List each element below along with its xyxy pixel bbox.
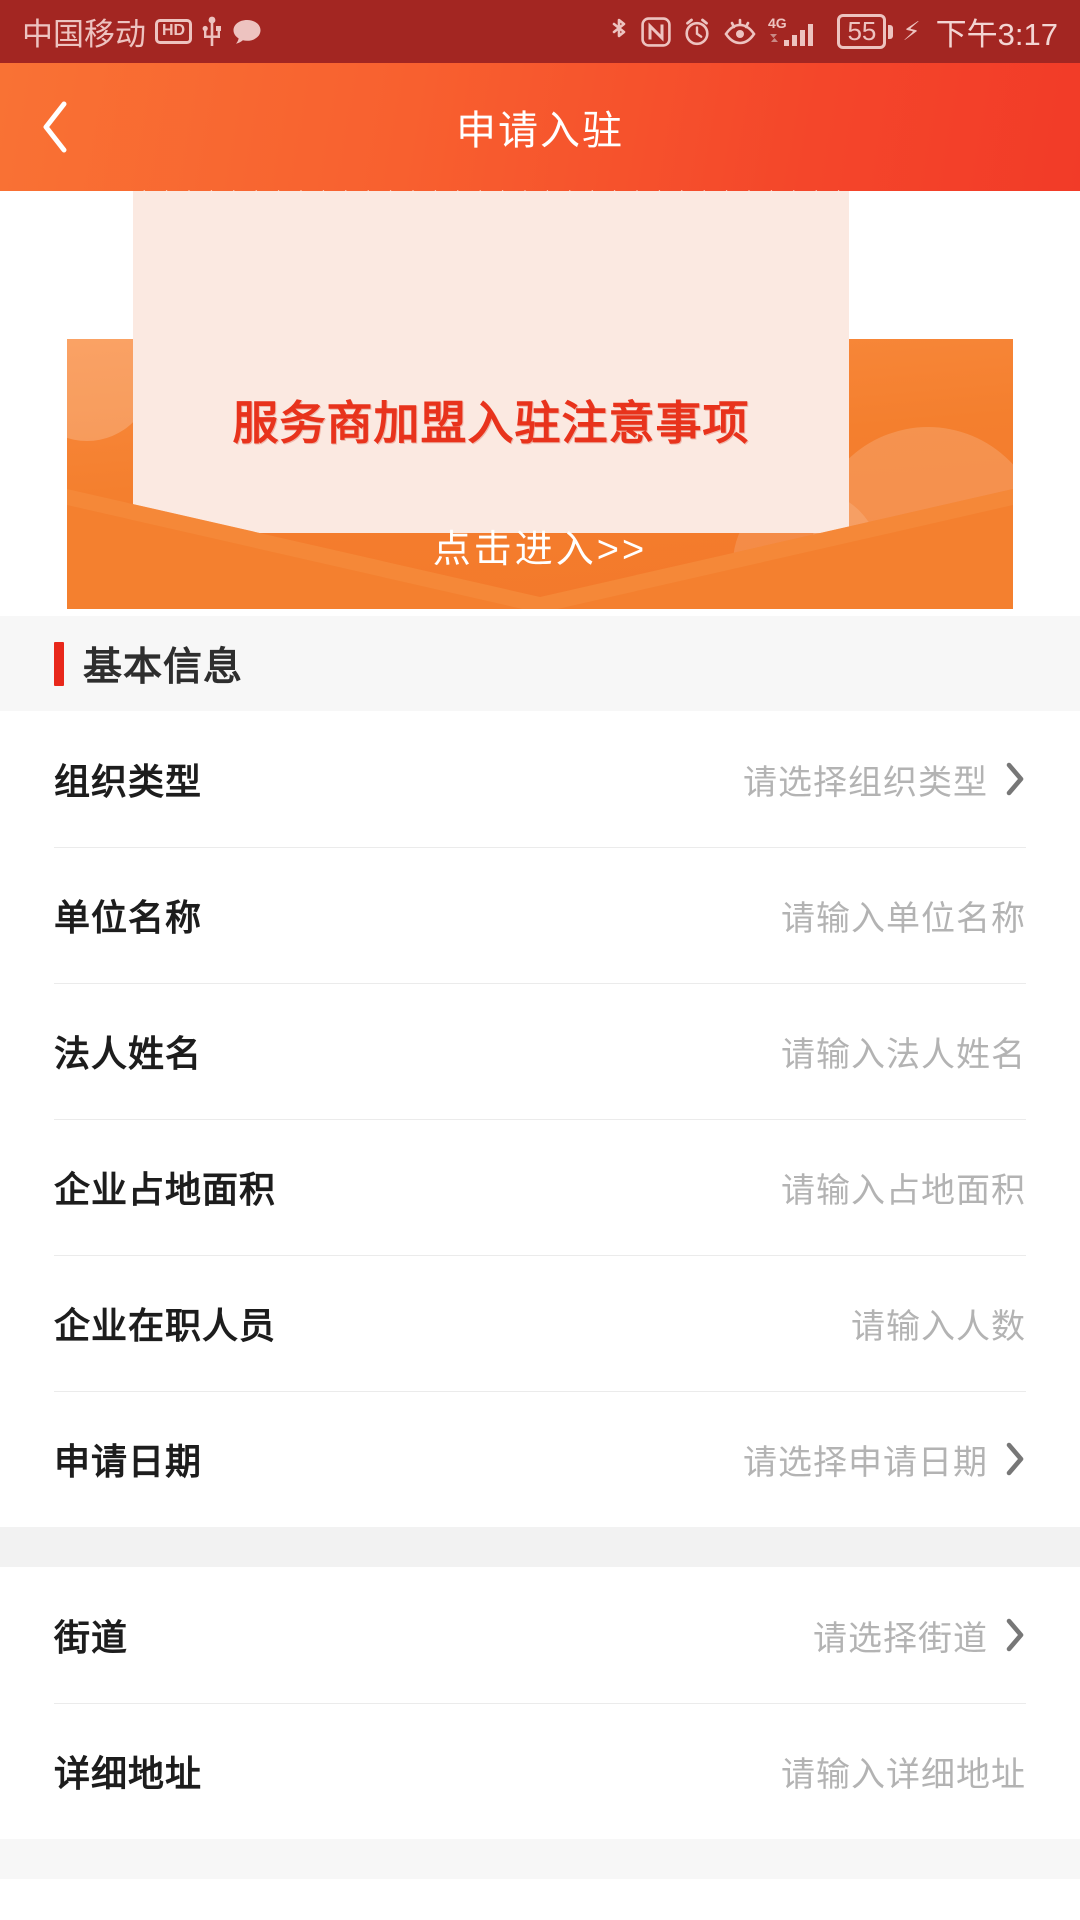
message-bubble-icon <box>232 18 262 46</box>
legal-person-name-input[interactable]: 请输入法人姓名 <box>781 1027 1026 1076</box>
paper-zigzag-edge <box>133 190 849 210</box>
row-right[interactable]: 请输入人数 <box>851 1299 1026 1348</box>
bluetooth-icon <box>608 16 630 48</box>
street-select[interactable]: 请选择街道 <box>813 1611 988 1660</box>
group-separator <box>0 1527 1080 1567</box>
chevron-left-icon <box>38 99 72 155</box>
row-label: 组织类型 <box>54 761 203 802</box>
form-group-address: 街道 请选择街道 详细地址 请输入详细地址 <box>0 1567 1080 1839</box>
company-name-input[interactable]: 请输入单位名称 <box>781 891 1026 940</box>
app-header: 申请入驻 <box>0 63 1080 191</box>
company-area-input[interactable]: 请输入占地面积 <box>781 1163 1026 1212</box>
status-bar: 中国移动 HD 4G 55 ⚡ 下午3:17 <box>0 0 1080 63</box>
battery-icon: 55 <box>837 14 894 49</box>
form-row-employee-count[interactable]: 企业在职人员 请输入人数 <box>0 1255 1080 1391</box>
usb-icon <box>201 16 223 48</box>
organization-type-select[interactable]: 请选择组织类型 <box>743 755 988 804</box>
row-right[interactable]: 请输入法人姓名 <box>781 1027 1026 1076</box>
chevron-right-icon <box>1004 1441 1026 1477</box>
row-right[interactable]: 请选择组织类型 <box>743 755 1026 804</box>
form-row-application-date[interactable]: 申请日期 请选择申请日期 <box>0 1391 1080 1527</box>
row-right[interactable]: 请输入占地面积 <box>781 1163 1026 1212</box>
form-row-detail-address[interactable]: 详细地址 请输入详细地址 <box>0 1703 1080 1839</box>
row-right[interactable]: 请输入单位名称 <box>781 891 1026 940</box>
clock-label: 下午3:17 <box>935 17 1058 52</box>
form-row-street[interactable]: 街道 请选择街道 <box>0 1567 1080 1703</box>
form-row-company-name[interactable]: 单位名称 请输入单位名称 <box>0 847 1080 983</box>
row-label: 街道 <box>54 1617 129 1658</box>
status-bar-left: 中国移动 HD <box>22 9 262 54</box>
section-title: 基本信息 <box>83 645 244 689</box>
status-bar-right: 4G 55 ⚡ 下午3:17 <box>608 9 1058 54</box>
alarm-clock-icon <box>682 17 712 47</box>
charging-bolt-icon: ⚡ <box>902 16 921 46</box>
row-label: 法人姓名 <box>54 1033 203 1074</box>
back-button[interactable] <box>0 63 110 191</box>
row-right[interactable]: 请选择申请日期 <box>743 1435 1026 1484</box>
row-label: 单位名称 <box>54 897 203 938</box>
row-label: 企业占地面积 <box>54 1169 277 1210</box>
chevron-right-icon <box>1004 1617 1026 1653</box>
form-row-organization-type[interactable]: 组织类型 请选择组织类型 <box>0 711 1080 847</box>
row-label: 详细地址 <box>54 1753 203 1794</box>
form-row-legal-person-name[interactable]: 法人姓名 请输入法人姓名 <box>0 983 1080 1119</box>
battery-cap <box>888 24 894 39</box>
svg-text:4G: 4G <box>768 15 787 31</box>
notice-banner[interactable]: 服务商加盟入驻注意事项 点击进入>> <box>0 190 1080 616</box>
banner-cta-label[interactable]: 点击进入>> <box>67 518 1013 573</box>
employee-count-input[interactable]: 请输入人数 <box>851 1299 1026 1348</box>
eye-care-icon <box>723 17 757 47</box>
envelope-illustration[interactable]: 服务商加盟入驻注意事项 点击进入>> <box>67 190 1013 609</box>
nfc-icon <box>641 16 672 47</box>
section-header-basic-info: 基本信息 <box>0 616 1080 711</box>
form-group-basic: 组织类型 请选择组织类型 单位名称 请输入单位名称 法人姓名 请输入法人姓名 企… <box>0 711 1080 1527</box>
form-row-company-area[interactable]: 企业占地面积 请输入占地面积 <box>0 1119 1080 1255</box>
chevron-right-icon <box>1004 761 1026 797</box>
row-label: 申请日期 <box>54 1441 203 1482</box>
detail-address-input[interactable]: 请输入详细地址 <box>781 1747 1026 1796</box>
page-title: 申请入驻 <box>456 109 624 153</box>
4g-signal-icon: 4G <box>768 15 826 49</box>
application-date-select[interactable]: 请选择申请日期 <box>743 1435 988 1484</box>
section-accent-bar <box>54 641 64 686</box>
hd-icon: HD <box>155 19 193 44</box>
battery-level-label: 55 <box>837 14 887 49</box>
row-right[interactable]: 请选择街道 <box>813 1611 1026 1660</box>
banner-title: 服务商加盟入驻注意事项 <box>232 397 750 449</box>
row-label: 企业在职人员 <box>54 1305 277 1346</box>
notice-paper: 服务商加盟入驻注意事项 <box>133 190 849 533</box>
page-bottom-spacer <box>0 1839 1080 1879</box>
row-right[interactable]: 请输入详细地址 <box>781 1747 1026 1796</box>
carrier-label: 中国移动 <box>22 17 146 52</box>
